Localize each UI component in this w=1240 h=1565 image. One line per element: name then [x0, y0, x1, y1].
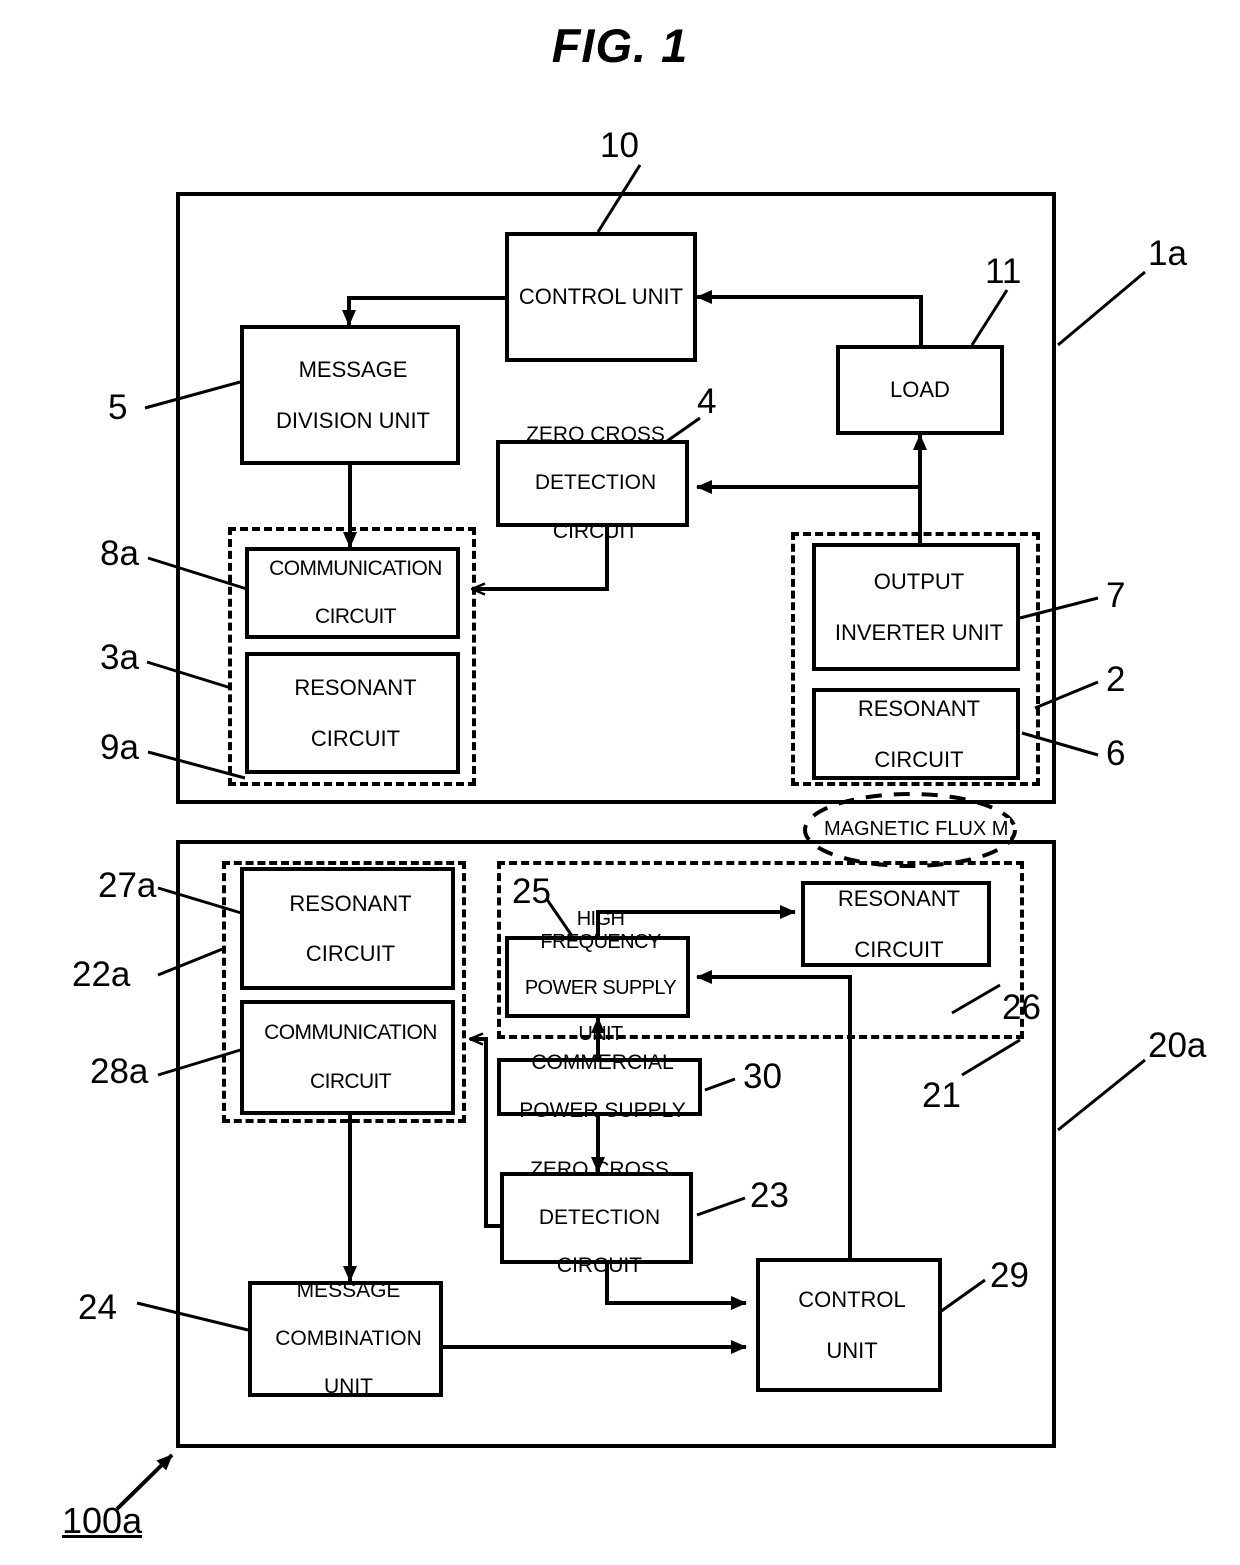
ref-6: 6	[1106, 734, 1126, 773]
bottom-communication-circuit-label: COMMUNICATION CIRCUIT	[264, 1021, 437, 1093]
ref-5: 5	[108, 388, 128, 427]
system-label-100a: 100a	[62, 1500, 143, 1541]
ref-27a: 27a	[98, 866, 157, 905]
ref-26: 26	[1002, 988, 1041, 1027]
ref-29: 29	[990, 1256, 1029, 1295]
load-block[interactable]: LOAD	[836, 345, 1004, 435]
output-inverter-unit-label: OUTPUT INVERTER UNIT	[834, 569, 1004, 645]
output-inverter-unit-block[interactable]: OUTPUT INVERTER UNIT	[812, 543, 1020, 671]
top-left-resonant-circuit-block[interactable]: RESONANT CIRCUIT	[245, 652, 460, 774]
top-zero-cross-label: ZERO CROSS DETECTION CIRCUIT	[526, 423, 665, 543]
commercial-power-supply-label: COMMERCIAL POWER SUPPLY	[519, 1050, 686, 1123]
ref-22a: 22a	[72, 955, 131, 994]
ref-28a: 28a	[90, 1052, 149, 1091]
message-division-unit-block[interactable]: MESSAGE DIVISION UNIT	[240, 325, 460, 465]
bottom-zero-cross-detection-circuit-block[interactable]: ZERO CROSS DETECTION CIRCUIT	[500, 1158, 693, 1277]
top-zero-cross-detection-circuit-block[interactable]: ZERO CROSS DETECTION CIRCUIT	[496, 423, 689, 543]
message-division-unit-label: MESSAGE DIVISION UNIT	[275, 357, 430, 433]
magnetic-flux-label: MAGNETIC FLUX M	[822, 818, 1011, 841]
bottom-right-resonant-circuit-block[interactable]: RESONANT CIRCUIT	[801, 881, 991, 967]
ref-8a: 8a	[100, 534, 139, 573]
ref-4: 4	[697, 382, 717, 421]
ref-9a: 9a	[100, 728, 139, 767]
bottom-left-resonant-circuit-block[interactable]: RESONANT CIRCUIT	[240, 867, 455, 990]
ref-23: 23	[750, 1176, 789, 1215]
bottom-zero-cross-label: ZERO CROSS DETECTION CIRCUIT	[530, 1157, 669, 1278]
ref-2: 2	[1106, 660, 1126, 699]
bottom-communication-circuit-block[interactable]: COMMUNICATION CIRCUIT	[240, 1000, 455, 1115]
ref-25: 25	[512, 872, 551, 911]
commercial-power-supply-block[interactable]: COMMERCIAL POWER SUPPLY	[497, 1051, 702, 1122]
top-right-resonant-circuit-block[interactable]: RESONANT CIRCUIT	[812, 688, 1020, 780]
ref-24: 24	[78, 1288, 117, 1327]
load-label: LOAD	[890, 377, 950, 403]
bottom-control-unit-block[interactable]: CONTROL UNIT	[756, 1258, 942, 1392]
ref-11: 11	[985, 252, 1022, 291]
figure-root: FIG. 1 CONTROL UNIT MESSAGE DIVISION UNI…	[0, 0, 1240, 1565]
high-frequency-power-supply-unit-label: HIGH FREQUENCY POWER SUPPLY UNIT	[524, 908, 677, 1045]
bottom-control-unit-label: CONTROL UNIT	[798, 1287, 906, 1363]
ref-10: 10	[600, 126, 639, 165]
bottom-left-resonant-circuit-label: RESONANT CIRCUIT	[289, 890, 412, 967]
ref-30: 30	[743, 1057, 782, 1096]
top-control-unit-block[interactable]: CONTROL UNIT	[505, 232, 697, 362]
ref-3a: 3a	[100, 638, 139, 677]
message-combination-unit-label: MESSAGE COMBINATION UNIT	[275, 1278, 422, 1399]
high-frequency-power-supply-unit-block[interactable]: HIGH FREQUENCY POWER SUPPLY UNIT	[505, 908, 690, 1045]
ref-1a: 1a	[1148, 234, 1187, 273]
top-control-unit-label: CONTROL UNIT	[518, 284, 684, 310]
ref-20a: 20a	[1148, 1026, 1207, 1065]
message-combination-unit-block[interactable]: MESSAGE COMBINATION UNIT	[248, 1278, 443, 1399]
bottom-right-resonant-circuit-label: RESONANT CIRCUIT	[837, 886, 961, 962]
ref-7: 7	[1106, 576, 1126, 615]
ref-21: 21	[922, 1076, 961, 1115]
top-left-resonant-circuit-label: RESONANT CIRCUIT	[294, 675, 417, 751]
top-right-resonant-circuit-label: RESONANT CIRCUIT	[857, 696, 981, 772]
top-communication-circuit-block[interactable]: COMMUNICATION CIRCUIT	[245, 547, 460, 639]
top-communication-circuit-label: COMMUNICATION CIRCUIT	[269, 556, 442, 629]
